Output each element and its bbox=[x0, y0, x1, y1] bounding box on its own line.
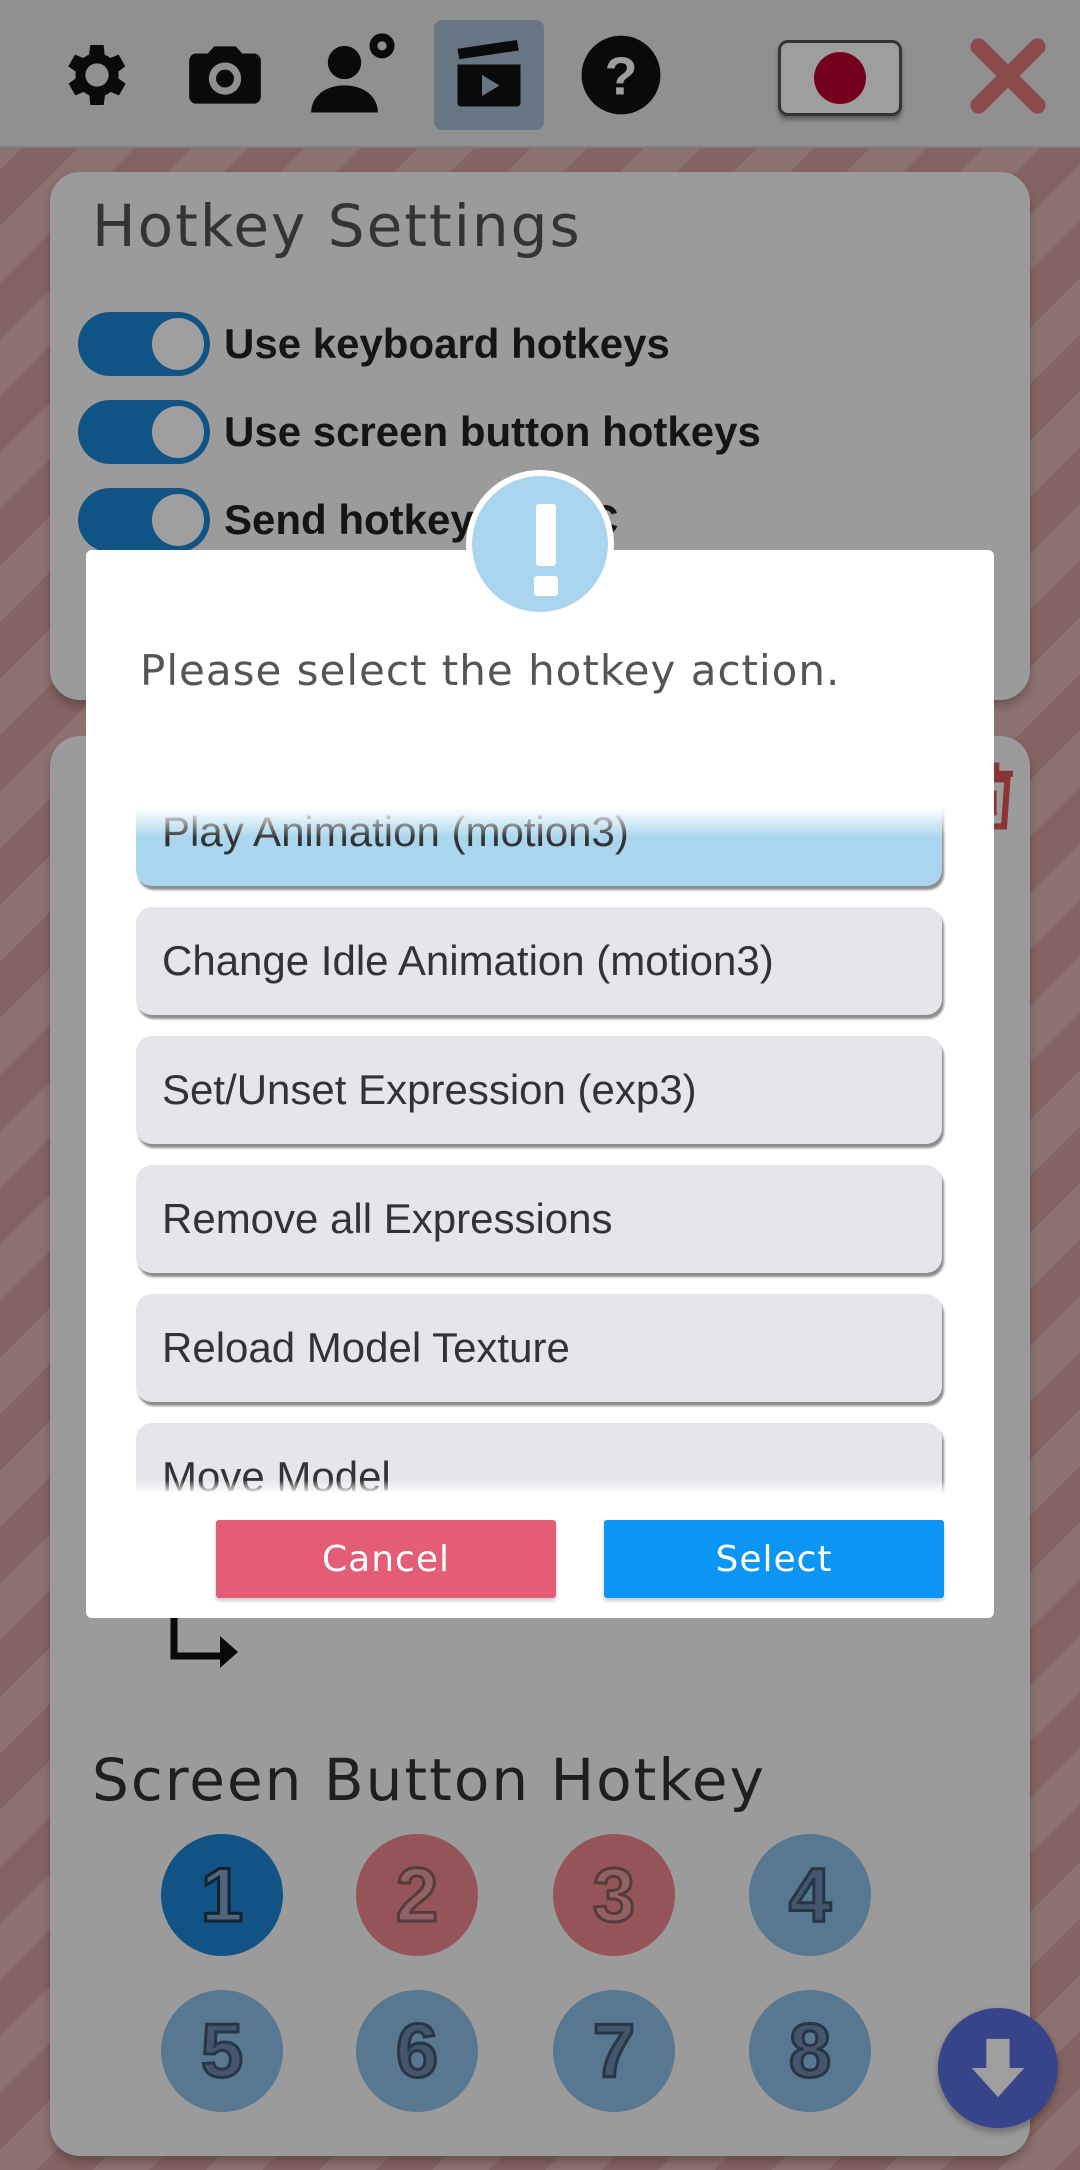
option-reload-model-texture[interactable]: Reload Model Texture bbox=[136, 1294, 942, 1402]
select-button[interactable]: Select bbox=[604, 1520, 944, 1598]
option-remove-all-expressions[interactable]: Remove all Expressions bbox=[136, 1165, 942, 1273]
list-fade-top bbox=[136, 808, 948, 838]
cancel-button[interactable]: Cancel bbox=[216, 1520, 556, 1598]
option-set-unset-expression[interactable]: Set/Unset Expression (exp3) bbox=[136, 1036, 942, 1144]
dialog-message: Please select the hotkey action. bbox=[140, 646, 841, 695]
alert-icon bbox=[466, 470, 614, 618]
option-change-idle-animation[interactable]: Change Idle Animation (motion3) bbox=[136, 907, 942, 1015]
hotkey-action-dialog: Please select the hotkey action. Play An… bbox=[86, 550, 994, 1618]
options-list[interactable]: Play Animation (motion3) Change Idle Ani… bbox=[136, 808, 948, 1494]
list-fade-bottom bbox=[136, 1480, 948, 1494]
